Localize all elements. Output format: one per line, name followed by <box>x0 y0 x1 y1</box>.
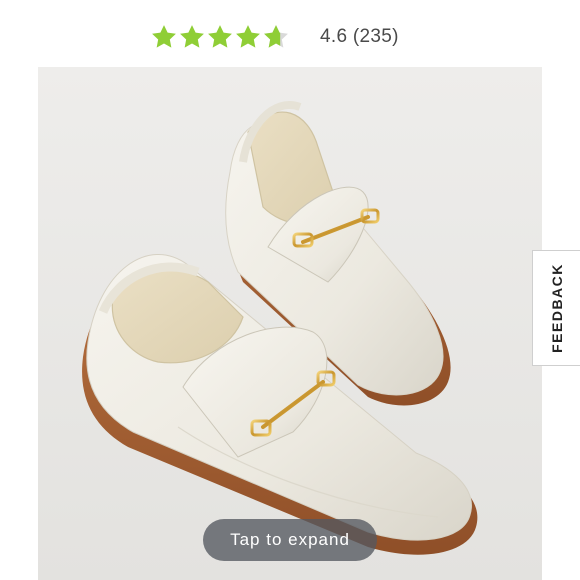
tap-to-expand-button[interactable]: Tap to expand <box>203 519 377 561</box>
rating-value: 4.6 <box>320 26 348 47</box>
feedback-tab[interactable]: FEEDBACK <box>532 250 580 366</box>
tap-to-expand-label: Tap to expand <box>230 530 350 549</box>
rating-value-count: 4.6 (235) <box>320 26 399 48</box>
star-full-icon <box>152 25 176 48</box>
star-full-icon <box>236 25 260 48</box>
star-rating <box>150 23 290 51</box>
product-photo-view: 4.6 (235) FEEDBACK Tap to expand <box>0 0 580 580</box>
star-partial-icon <box>264 25 288 48</box>
star-full-icon <box>180 25 204 48</box>
star-full-icon <box>208 25 232 48</box>
rating-summary[interactable]: 4.6 (235) <box>150 20 399 54</box>
product-image[interactable] <box>38 67 542 580</box>
feedback-label: FEEDBACK <box>548 263 565 353</box>
review-count: (235) <box>352 26 399 47</box>
loafer-shoes-image <box>38 67 542 580</box>
